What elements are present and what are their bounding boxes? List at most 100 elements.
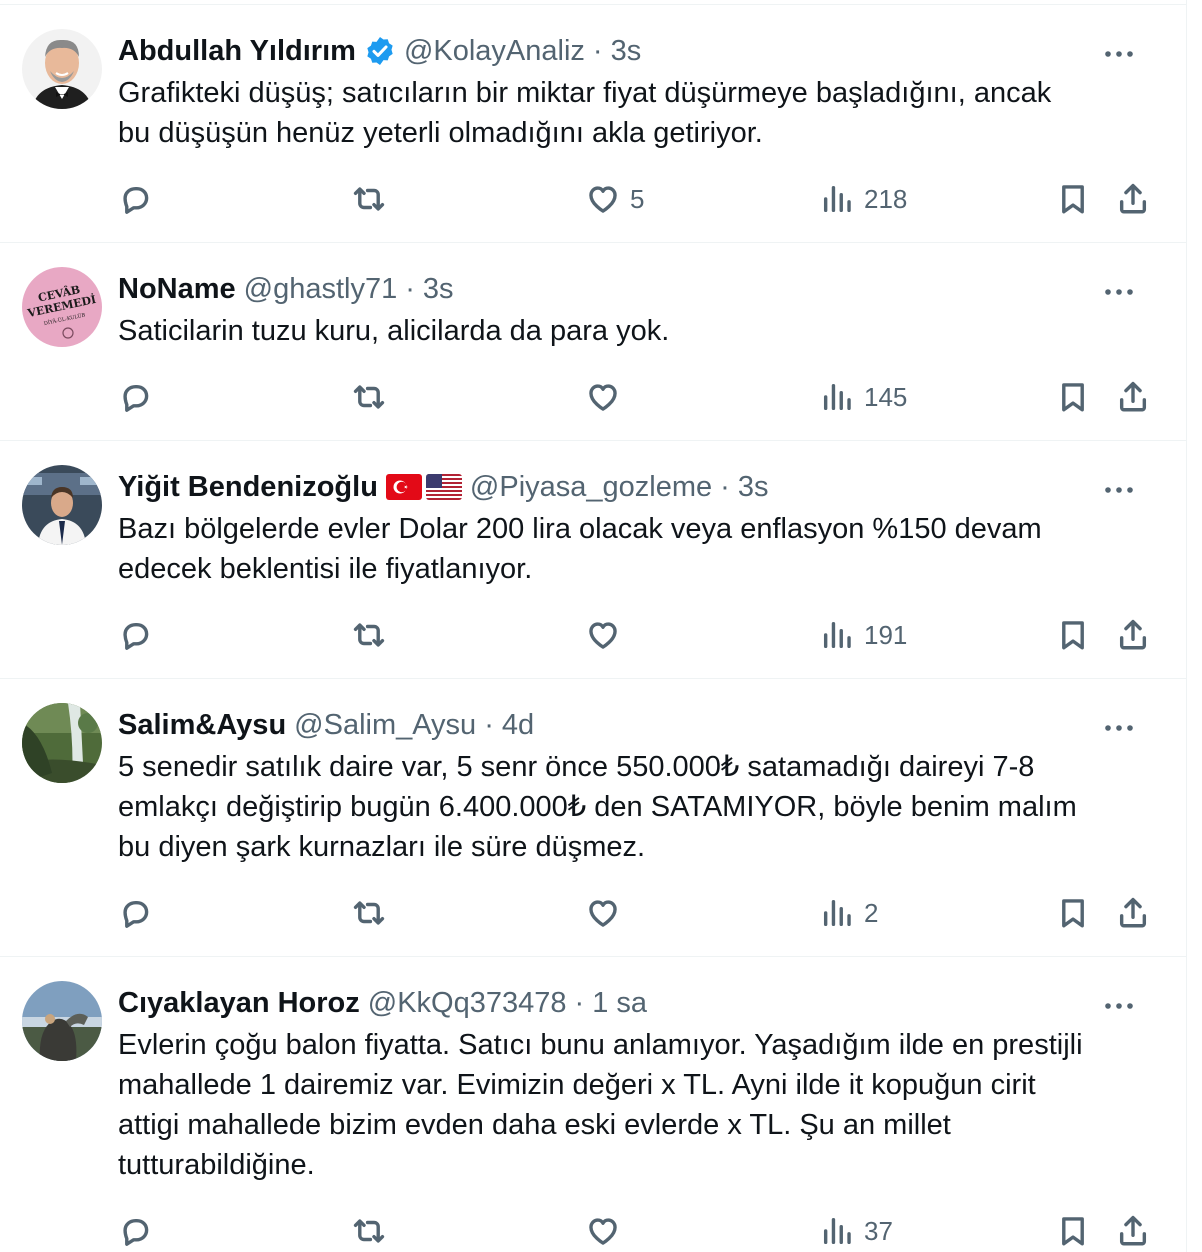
author-name[interactable]: Yiğit Bendenizoğlu <box>118 467 378 507</box>
more-dots-icon[interactable] <box>1102 989 1136 1023</box>
bookmark-icon <box>1062 383 1084 412</box>
tweet-time[interactable]: 4d <box>502 705 534 745</box>
author-name[interactable]: Abdullah Yıldırım <box>118 31 356 71</box>
bookmark-button[interactable] <box>1056 615 1090 655</box>
author-name[interactable]: NoName <box>118 269 236 309</box>
view-count: 191 <box>864 619 908 650</box>
views-button[interactable]: 37 <box>820 1211 893 1251</box>
author-handle[interactable]: @ghastly71 <box>244 269 398 309</box>
tweet-header: Yiğit Bendenizoğlu @Piyasa_gozleme · 3s <box>118 467 1106 507</box>
reply-button[interactable] <box>118 893 152 933</box>
retweet-arrows-icon <box>353 385 385 409</box>
action-bar: 37 <box>0 1211 1186 1251</box>
usa-flag-icon <box>425 474 462 500</box>
author-handle[interactable]: @KolayAnaliz <box>404 31 585 71</box>
retweet-button[interactable] <box>352 179 386 219</box>
tweet-text-line: mahallede 1 dairemiz var. Evimizin değer… <box>118 1069 1036 1101</box>
tweet-text: Grafikteki düşüş; satıcıların bir miktar… <box>118 73 1148 153</box>
more-dots-icon[interactable] <box>1102 275 1136 309</box>
more-dots-icon[interactable] <box>1102 37 1136 71</box>
reply-button[interactable] <box>118 1211 152 1251</box>
bookmark-button[interactable] <box>1056 179 1090 219</box>
avatar[interactable] <box>22 981 102 1061</box>
action-bar: 2 <box>0 893 1186 933</box>
tweet-time[interactable]: 3s <box>738 467 769 507</box>
bookmark-button[interactable] <box>1056 893 1090 933</box>
share-button[interactable] <box>1116 615 1150 655</box>
bookmark-icon <box>1062 185 1084 214</box>
view-count: 218 <box>864 183 908 214</box>
avatar-image <box>22 29 102 109</box>
share-upload-icon <box>1119 381 1147 412</box>
heart-icon <box>589 384 617 411</box>
avatar[interactable] <box>22 703 102 783</box>
author-handle[interactable]: @KkQq373478 <box>368 983 567 1023</box>
like-count: 5 <box>630 183 645 214</box>
share-button[interactable] <box>1116 893 1150 933</box>
tweet-1[interactable]: Abdullah Yıldırım @KolayAnaliz · 3s Graf… <box>0 5 1186 243</box>
bookmark-button[interactable] <box>1056 377 1090 417</box>
share-upload-icon <box>1119 1215 1147 1246</box>
like-button[interactable] <box>586 893 630 933</box>
retweet-button[interactable] <box>352 1211 386 1251</box>
bookmark-icon <box>1062 1217 1084 1246</box>
author-handle[interactable]: @Salim_Aysu <box>294 705 476 745</box>
tweet-text-line: Bazı bölgelerde evler Dolar 200 lira ola… <box>118 513 1042 545</box>
heart-icon <box>589 186 617 213</box>
avatar-image <box>22 703 102 783</box>
view-count: 2 <box>864 897 879 928</box>
like-button[interactable] <box>586 615 630 655</box>
retweet-arrows-icon <box>353 187 385 211</box>
analytics-bars-icon <box>823 621 851 649</box>
retweet-button[interactable] <box>352 893 386 933</box>
action-bar: 145 <box>0 377 1186 417</box>
retweet-button[interactable] <box>352 615 386 655</box>
views-button[interactable]: 218 <box>820 179 907 219</box>
like-button[interactable] <box>586 1211 630 1251</box>
bookmark-button[interactable] <box>1056 1211 1090 1251</box>
analytics-bars-icon <box>823 185 851 213</box>
avatar[interactable] <box>22 465 102 545</box>
reply-bubble-icon <box>123 186 149 214</box>
tweet-text-line: edecek beklentisi ile fiyatlanıyor. <box>118 553 533 585</box>
avatar-image <box>22 981 102 1061</box>
tweet-5[interactable]: Cıyaklayan Horoz @KkQq373478 · 1 sa Evle… <box>0 957 1186 1252</box>
share-button[interactable] <box>1116 179 1150 219</box>
like-button[interactable] <box>586 377 630 417</box>
share-upload-icon <box>1119 619 1147 650</box>
reply-button[interactable] <box>118 377 152 417</box>
author-name[interactable]: Cıyaklayan Horoz <box>118 983 360 1023</box>
view-count: 37 <box>864 1215 893 1246</box>
tweet-4[interactable]: Salim&Aysu @Salim_Aysu · 4d 5 senedir sa… <box>0 679 1186 957</box>
avatar[interactable] <box>22 29 102 109</box>
tweet-2[interactable]: CEVÂB VEREMEDİ DİYÂ-ÜL-KULÛB NoName @gha… <box>0 243 1186 441</box>
tweet-text: 5 senedir satılık daire var, 5 senr önce… <box>118 747 1148 867</box>
tweet-text-line: emlakçı değiştirip bugün 6.400.000₺ den … <box>118 791 1077 823</box>
author-handle[interactable]: @Piyasa_gozleme <box>470 467 712 507</box>
tweet-3[interactable]: Yiğit Bendenizoğlu @Piyasa_gozleme · 3s … <box>0 441 1186 679</box>
tweet-time[interactable]: 3s <box>611 31 642 71</box>
reply-bubble-icon <box>123 900 149 928</box>
tweet-text-line: Grafikteki düşüş; satıcıların bir miktar… <box>118 77 1052 109</box>
author-name[interactable]: Salim&Aysu <box>118 705 286 745</box>
tweet-text-line: 5 senedir satılık daire var, 5 senr önce… <box>118 751 1035 783</box>
reply-button[interactable] <box>118 615 152 655</box>
share-button[interactable] <box>1116 1211 1150 1251</box>
more-dots-icon[interactable] <box>1102 711 1136 745</box>
avatar[interactable]: CEVÂB VEREMEDİ DİYÂ-ÜL-KULÛB <box>22 267 102 347</box>
tweet-header: NoName @ghastly71 · 3s <box>118 269 1106 309</box>
views-button[interactable]: 2 <box>820 893 878 933</box>
views-button[interactable]: 191 <box>820 615 907 655</box>
tweet-text-line: tutturabildiğine. <box>118 1149 315 1181</box>
like-button[interactable]: 5 <box>586 179 644 219</box>
more-dots-icon[interactable] <box>1102 473 1136 507</box>
retweet-button[interactable] <box>352 377 386 417</box>
tweet-time[interactable]: 1 sa <box>592 983 647 1023</box>
retweet-arrows-icon <box>353 623 385 647</box>
share-button[interactable] <box>1116 377 1150 417</box>
separator-dot: · <box>592 35 603 67</box>
views-button[interactable]: 145 <box>820 377 907 417</box>
bookmark-icon <box>1062 899 1084 928</box>
tweet-time[interactable]: 3s <box>423 269 454 309</box>
reply-button[interactable] <box>118 179 152 219</box>
